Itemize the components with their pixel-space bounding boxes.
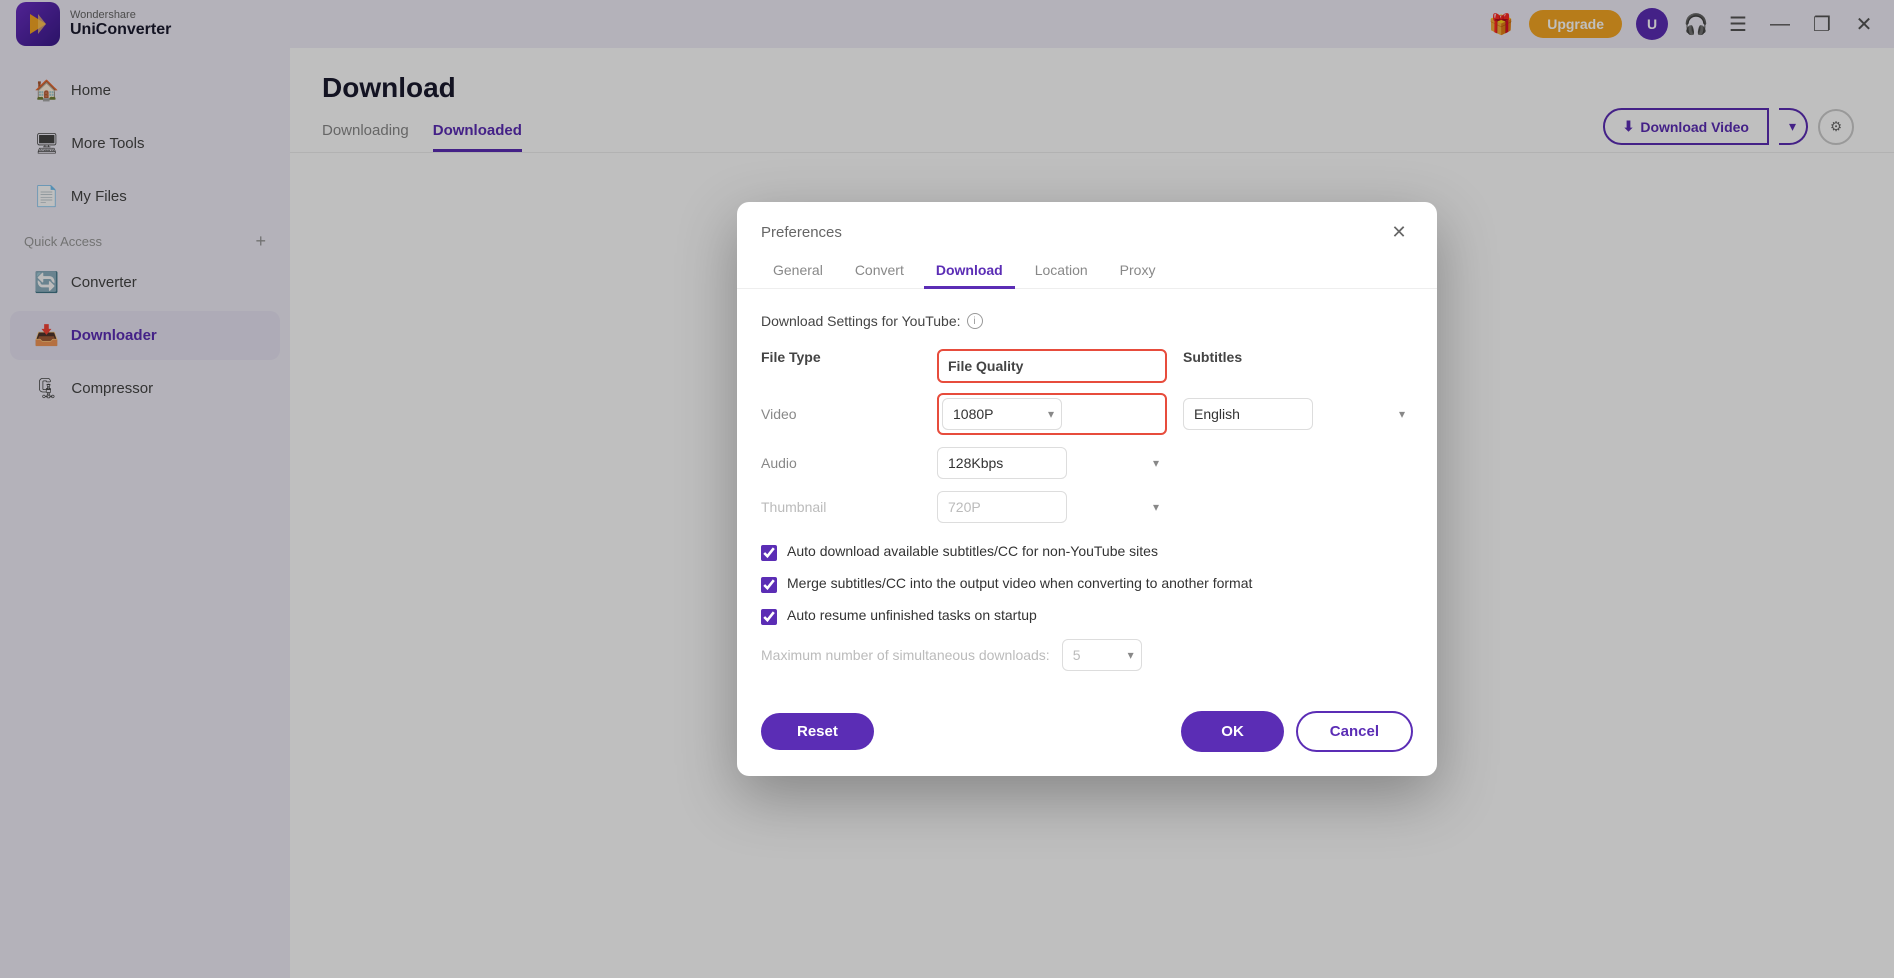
- footer-right: OK Cancel: [1181, 711, 1413, 752]
- merge-subtitles-checkbox[interactable]: [761, 577, 777, 593]
- info-icon[interactable]: i: [967, 313, 983, 329]
- checkbox-auto-resume: Auto resume unfinished tasks on startup: [761, 607, 1413, 625]
- video-row: Video 1080P 720P 480P 360P ▾ English Spa…: [761, 393, 1413, 435]
- thumbnail-label: Thumbnail: [761, 499, 921, 515]
- thumbnail-quality-wrapper: 720P 1080P ▾: [937, 491, 1167, 523]
- auto-subtitles-label: Auto download available subtitles/CC for…: [787, 543, 1158, 559]
- subtitles-arrow: ▾: [1399, 407, 1405, 421]
- file-type-header: File Type: [761, 349, 921, 383]
- audio-row: Audio 128Kbps 256Kbps 320Kbps ▾: [761, 447, 1413, 479]
- video-label: Video: [761, 406, 921, 422]
- thumbnail-row: Thumbnail 720P 1080P ▾: [761, 491, 1413, 523]
- tab-proxy[interactable]: Proxy: [1108, 254, 1168, 289]
- reset-button[interactable]: Reset: [761, 713, 874, 750]
- dialog-header: Preferences ✕: [737, 202, 1437, 246]
- sim-downloads-label: Maximum number of simultaneous downloads…: [761, 647, 1050, 663]
- dialog-body: Download Settings for YouTube: i File Ty…: [737, 289, 1437, 695]
- video-quality-wrapper: 1080P 720P 480P 360P ▾: [942, 398, 1062, 430]
- preferences-dialog: Preferences ✕ General Convert Download L…: [737, 202, 1437, 776]
- section-title: Download Settings for YouTube: i: [761, 313, 1413, 329]
- auto-resume-checkbox[interactable]: [761, 609, 777, 625]
- tab-general[interactable]: General: [761, 254, 835, 289]
- tab-download[interactable]: Download: [924, 254, 1015, 289]
- audio-quality-wrapper: 128Kbps 256Kbps 320Kbps ▾: [937, 447, 1167, 479]
- dialog-tabs: General Convert Download Location Proxy: [737, 246, 1437, 289]
- auto-subtitles-checkbox[interactable]: [761, 545, 777, 561]
- merge-subtitles-label: Merge subtitles/CC into the output video…: [787, 575, 1252, 591]
- ok-button[interactable]: OK: [1181, 711, 1284, 752]
- thumbnail-quality-select[interactable]: 720P 1080P: [937, 491, 1067, 523]
- subtitles-language-select[interactable]: English Spanish French: [1183, 398, 1313, 430]
- tab-location[interactable]: Location: [1023, 254, 1100, 289]
- dialog-footer: Reset OK Cancel: [737, 695, 1437, 776]
- dialog-title: Preferences: [761, 224, 842, 241]
- settings-header-row: File Type File Quality Subtitles: [761, 349, 1413, 383]
- tab-convert[interactable]: Convert: [843, 254, 916, 289]
- sim-downloads-select[interactable]: 5 3 10: [1062, 639, 1142, 671]
- audio-quality-select[interactable]: 128Kbps 256Kbps 320Kbps: [937, 447, 1067, 479]
- checkbox-merge-subtitles: Merge subtitles/CC into the output video…: [761, 575, 1413, 593]
- file-quality-box: File Quality: [937, 349, 1167, 383]
- checkbox-auto-subtitles: Auto download available subtitles/CC for…: [761, 543, 1413, 561]
- sim-downloads-row: Maximum number of simultaneous downloads…: [761, 639, 1413, 671]
- subtitles-language-wrapper: English Spanish French ▾: [1183, 398, 1413, 430]
- auto-resume-label: Auto resume unfinished tasks on startup: [787, 607, 1037, 623]
- sim-downloads-wrapper: 5 3 10 ▾: [1062, 639, 1142, 671]
- video-quality-select[interactable]: 1080P 720P 480P 360P: [942, 398, 1062, 430]
- cancel-button[interactable]: Cancel: [1296, 711, 1413, 752]
- video-quality-box: 1080P 720P 480P 360P ▾: [937, 393, 1167, 435]
- audio-label: Audio: [761, 455, 921, 471]
- section-title-text: Download Settings for YouTube:: [761, 313, 961, 329]
- audio-quality-arrow: ▾: [1153, 456, 1159, 470]
- subtitles-header: Subtitles: [1183, 349, 1413, 383]
- thumbnail-quality-arrow: ▾: [1153, 500, 1159, 514]
- dialog-close-button[interactable]: ✕: [1385, 218, 1413, 246]
- file-quality-header: File Quality: [942, 354, 1162, 378]
